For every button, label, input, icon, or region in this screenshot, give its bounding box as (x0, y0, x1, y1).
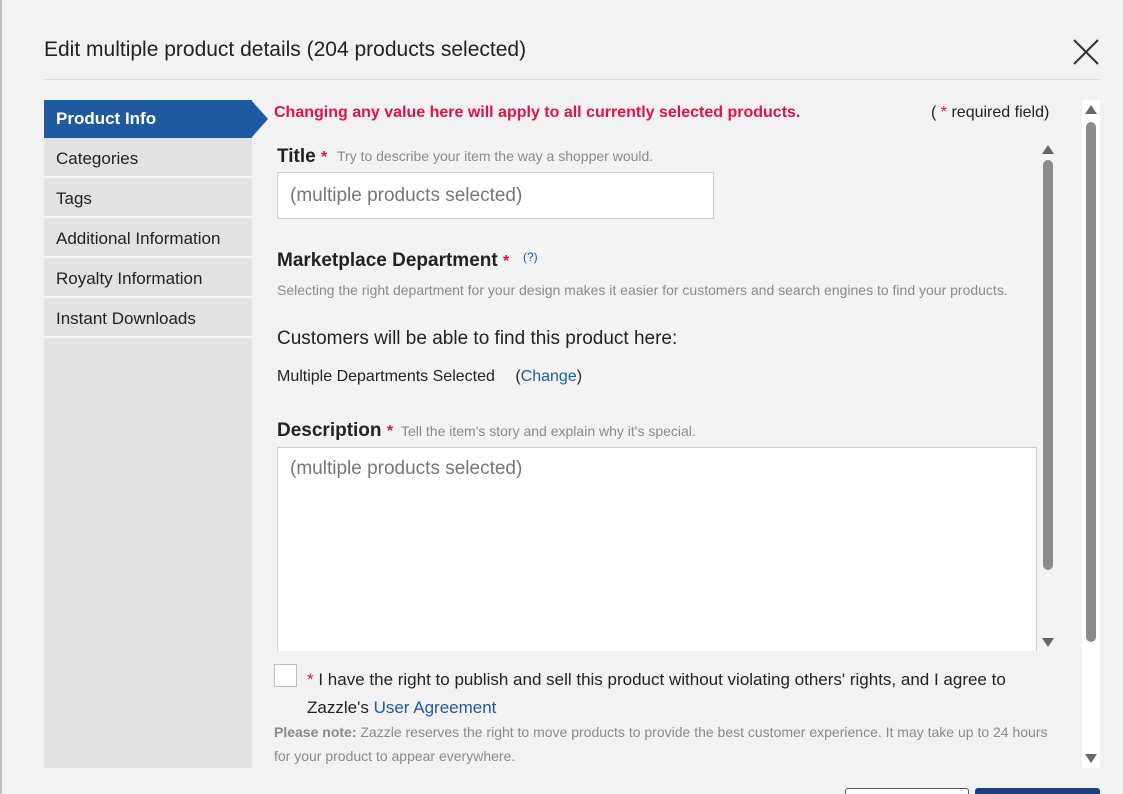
required-field-note: ( * required field) (931, 104, 1049, 122)
description-field-label: Description * (277, 420, 393, 442)
dialog-scroll-thumb[interactable] (1086, 122, 1096, 642)
description-label-text: Description (277, 420, 382, 441)
note-text: Zazzle reserves the right to move produc… (274, 724, 1048, 764)
department-selection: Multiple Departments Selected (Change) (277, 368, 582, 386)
sidebar-nav: Product Info Categories Tags Additional … (44, 100, 252, 768)
title-required-star: * (321, 149, 328, 166)
department-find-text: Customers will be able to find this prod… (277, 328, 678, 349)
title-label-text: Title (277, 146, 316, 167)
nav-item-royalty-information[interactable]: Royalty Information (44, 260, 252, 298)
change-close-paren: ) (576, 368, 583, 385)
department-label-text: Marketplace Department (277, 250, 498, 271)
active-nav-pointer (252, 101, 268, 137)
edit-dialog: Edit multiple product details (204 produ… (0, 0, 1123, 794)
required-note-open: ( (931, 104, 937, 121)
description-textarea[interactable]: (multiple products selected) (277, 447, 1037, 651)
required-note-text: required field) (951, 104, 1050, 121)
title-field-label: Title * (277, 146, 327, 168)
title-divider (44, 79, 1100, 80)
department-field-label: Marketplace Department * (277, 250, 509, 272)
title-input[interactable]: (multiple products selected) (277, 172, 714, 219)
agreement-checkbox[interactable] (274, 664, 297, 687)
form-scroll-down-icon[interactable] (1042, 638, 1054, 647)
description-required-star: * (386, 423, 394, 440)
dialog-scroll-up-icon[interactable] (1085, 105, 1097, 114)
form-scroll-up-icon[interactable] (1042, 145, 1054, 154)
save-button[interactable] (975, 788, 1100, 794)
form-scroll-thumb[interactable] (1043, 160, 1053, 570)
please-note: Please note: Zazzle reserves the right t… (274, 720, 1064, 768)
dialog-scroll-down-icon[interactable] (1085, 754, 1097, 763)
nav-item-additional-information[interactable]: Additional Information (44, 220, 252, 258)
nav-item-categories[interactable]: Categories (44, 140, 252, 178)
dialog-title: Edit multiple product details (204 produ… (44, 38, 527, 61)
user-agreement-link[interactable]: User Agreement (374, 698, 497, 717)
department-required-star: * (502, 253, 510, 270)
department-help-link[interactable]: (?) (523, 250, 538, 264)
title-hint: Try to describe your item the way a shop… (337, 148, 654, 164)
form-panel: Title * Try to describe your item the wa… (274, 138, 1059, 651)
bulk-edit-warning: Changing any value here will apply to al… (274, 104, 801, 121)
department-hint: Selecting the right department for your … (277, 282, 1008, 298)
nav-item-product-info[interactable]: Product Info (44, 100, 252, 138)
change-department-link[interactable]: Change (521, 368, 577, 385)
agreement-required-star: * (307, 670, 314, 689)
close-icon (1073, 39, 1099, 65)
close-button[interactable] (1070, 36, 1102, 68)
description-hint: Tell the item's story and explain why it… (401, 423, 696, 439)
required-note-star: * (940, 104, 948, 121)
nav-item-instant-downloads[interactable]: Instant Downloads (44, 300, 252, 338)
cancel-button[interactable] (845, 788, 969, 794)
form-scrollbar[interactable] (1039, 140, 1057, 651)
agreement-text: * I have the right to publish and sell t… (307, 666, 1037, 722)
dialog-scrollbar[interactable] (1082, 100, 1100, 768)
department-selected-value: Multiple Departments Selected (277, 368, 495, 385)
nav-item-tags[interactable]: Tags (44, 180, 252, 218)
note-prefix: Please note: (274, 724, 357, 740)
